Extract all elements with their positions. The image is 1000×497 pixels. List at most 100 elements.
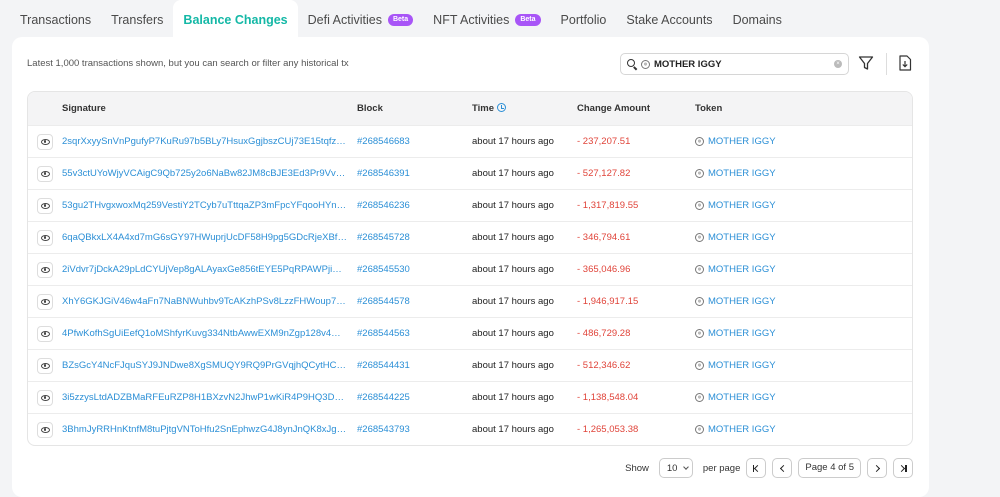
tab-label: Stake Accounts bbox=[626, 13, 713, 27]
token-link[interactable]: MOTHER IGGY bbox=[708, 296, 776, 307]
token-icon bbox=[695, 201, 704, 210]
signature-link[interactable]: BZsGcY4NcFJquSYJ9JNDwe8XgSMUQY9RQ9PrGVqj… bbox=[62, 360, 347, 371]
table-row: 55v3ctUYoWjyVCAigC9Qb725y2o6NaBw82JM8cBJ… bbox=[28, 157, 912, 189]
next-page-button[interactable] bbox=[867, 458, 887, 478]
signature-link[interactable]: 55v3ctUYoWjyVCAigC9Qb725y2o6NaBw82JM8cBJ… bbox=[62, 168, 347, 179]
tab-balance-changes[interactable]: Balance Changes bbox=[173, 0, 298, 40]
table-row: BZsGcY4NcFJquSYJ9JNDwe8XgSMUQY9RQ9PrGVqj… bbox=[28, 349, 912, 381]
balance-changes-card: Latest 1,000 transactions shown, but you… bbox=[12, 37, 929, 497]
block-link[interactable]: #268545530 bbox=[357, 264, 472, 275]
signature-link[interactable]: 4PfwKofhSgUiEefQ1oMShfyrKuvg334NtbAwwEXM… bbox=[62, 328, 347, 339]
eye-icon bbox=[40, 266, 50, 273]
toolbar: Latest 1,000 transactions shown, but you… bbox=[12, 37, 929, 89]
change-amount: - 365,046.96 bbox=[577, 264, 631, 275]
token-link[interactable]: MOTHER IGGY bbox=[708, 424, 776, 435]
clock-icon[interactable] bbox=[497, 103, 507, 112]
per-page-select[interactable]: 10 bbox=[658, 458, 693, 478]
view-details-button[interactable] bbox=[37, 133, 53, 150]
signature-link[interactable]: 3i5zzysLtdADZBMaRFEuRZP8H1BXzvN2JhwP1wKi… bbox=[62, 392, 347, 403]
tab-defi-activities[interactable]: Defi Activities Beta bbox=[298, 0, 424, 40]
header-block: Block bbox=[357, 103, 383, 114]
filter-button[interactable] bbox=[858, 54, 874, 72]
eye-icon bbox=[40, 138, 50, 145]
token-link[interactable]: MOTHER IGGY bbox=[708, 360, 776, 371]
block-link[interactable]: #268544225 bbox=[357, 392, 472, 403]
row-time: about 17 hours ago bbox=[472, 200, 554, 211]
block-link[interactable]: #268545728 bbox=[357, 232, 472, 243]
tab-label: NFT Activities bbox=[433, 13, 510, 27]
view-details-button[interactable] bbox=[37, 325, 53, 342]
view-details-button[interactable] bbox=[37, 293, 53, 310]
table-row: XhY6GKJGiV46w4aFn7NaBNWuhbv9TcAKzhPSv8Lz… bbox=[28, 285, 912, 317]
tab-label: Transfers bbox=[111, 13, 164, 27]
block-link[interactable]: #268546236 bbox=[357, 200, 472, 211]
pagination: Show 10 per page Page 4 of 5 bbox=[625, 458, 913, 478]
eye-icon bbox=[40, 330, 50, 337]
eye-icon bbox=[40, 426, 50, 433]
last-page-icon bbox=[898, 464, 907, 472]
token-search-input[interactable]: MOTHER IGGY × bbox=[620, 53, 849, 75]
table-row: 6qaQBkxLX4A4xd7mG6sGY97HWuprjUcDF58H9pg5… bbox=[28, 221, 912, 253]
change-amount: - 1,138,548.04 bbox=[577, 392, 639, 403]
signature-link[interactable]: 6qaQBkxLX4A4xd7mG6sGY97HWuprjUcDF58H9pg5… bbox=[62, 232, 347, 243]
token-link[interactable]: MOTHER IGGY bbox=[708, 168, 776, 179]
token-icon bbox=[695, 425, 704, 434]
view-details-button[interactable] bbox=[37, 357, 53, 374]
row-time: about 17 hours ago bbox=[472, 392, 554, 403]
tab-portfolio[interactable]: Portfolio bbox=[551, 0, 617, 40]
token-link[interactable]: MOTHER IGGY bbox=[708, 232, 776, 243]
tab-label: Balance Changes bbox=[183, 13, 288, 27]
change-amount: - 486,729.28 bbox=[577, 328, 631, 339]
signature-link[interactable]: 2iVdvr7jDckA29pLdCYUjVep8gALAyaxGe856tEY… bbox=[62, 264, 347, 275]
signature-link[interactable]: 53gu2THvgxwoxMq259VestiY2TCyb7uTttqaZP3m… bbox=[62, 200, 347, 211]
token-link[interactable]: MOTHER IGGY bbox=[708, 200, 776, 211]
header-time[interactable]: Time bbox=[472, 103, 577, 114]
block-link[interactable]: #268543793 bbox=[357, 424, 472, 435]
tab-transactions[interactable]: Transactions bbox=[10, 0, 101, 40]
table-row: 3i5zzysLtdADZBMaRFEuRZP8H1BXzvN2JhwP1wKi… bbox=[28, 381, 912, 413]
table-row: 3BhmJyRRHnKtnfM8tuPjtgVNToHfu2SnEphwzG4J… bbox=[28, 413, 912, 445]
block-link[interactable]: #268546683 bbox=[357, 136, 472, 147]
tab-nft-activities[interactable]: NFT Activities Beta bbox=[423, 0, 550, 40]
tab-transfers[interactable]: Transfers bbox=[101, 0, 173, 40]
view-details-button[interactable] bbox=[37, 421, 53, 438]
token-link[interactable]: MOTHER IGGY bbox=[708, 136, 776, 147]
signature-link[interactable]: 3BhmJyRRHnKtnfM8tuPjtgVNToHfu2SnEphwzG4J… bbox=[62, 424, 347, 435]
view-details-button[interactable] bbox=[37, 229, 53, 246]
token-link[interactable]: MOTHER IGGY bbox=[708, 392, 776, 403]
first-page-icon bbox=[752, 464, 762, 472]
eye-icon bbox=[40, 298, 50, 305]
token-link[interactable]: MOTHER IGGY bbox=[708, 264, 776, 275]
change-amount: - 527,127.82 bbox=[577, 168, 631, 179]
block-link[interactable]: #268544431 bbox=[357, 360, 472, 371]
change-amount: - 512,346.62 bbox=[577, 360, 631, 371]
row-time: about 17 hours ago bbox=[472, 424, 554, 435]
signature-link[interactable]: 2sqrXxyySnVnPgufyP7KuRu97b5BLy7HsuxGgjbs… bbox=[62, 136, 347, 147]
view-details-button[interactable] bbox=[37, 261, 53, 278]
token-link[interactable]: MOTHER IGGY bbox=[708, 328, 776, 339]
change-amount: - 1,265,053.38 bbox=[577, 424, 639, 435]
toolbar-divider bbox=[886, 53, 887, 75]
view-details-button[interactable] bbox=[37, 165, 53, 182]
clear-icon[interactable]: × bbox=[834, 60, 842, 68]
signature-link[interactable]: XhY6GKJGiV46w4aFn7NaBNWuhbv9TcAKzhPSv8Lz… bbox=[62, 296, 347, 307]
row-time: about 17 hours ago bbox=[472, 232, 554, 243]
page-indicator: Page 4 of 5 bbox=[798, 458, 861, 478]
block-link[interactable]: #268546391 bbox=[357, 168, 472, 179]
row-time: about 17 hours ago bbox=[472, 168, 554, 179]
block-link[interactable]: #268544578 bbox=[357, 296, 472, 307]
tab-stake-accounts[interactable]: Stake Accounts bbox=[616, 0, 722, 40]
token-icon bbox=[695, 329, 704, 338]
block-link[interactable]: #268544563 bbox=[357, 328, 472, 339]
first-page-button[interactable] bbox=[746, 458, 767, 478]
eye-icon bbox=[40, 362, 50, 369]
prev-page-button[interactable] bbox=[772, 458, 793, 478]
view-details-button[interactable] bbox=[37, 197, 53, 214]
token-icon bbox=[695, 169, 704, 178]
view-details-button[interactable] bbox=[37, 389, 53, 406]
tab-domains[interactable]: Domains bbox=[723, 0, 792, 40]
last-page-button[interactable] bbox=[893, 458, 913, 478]
tab-bar: Transactions Transfers Balance Changes Defi… bbox=[0, 0, 1000, 40]
change-amount: - 1,946,917.15 bbox=[577, 296, 639, 307]
export-button[interactable] bbox=[898, 54, 912, 72]
